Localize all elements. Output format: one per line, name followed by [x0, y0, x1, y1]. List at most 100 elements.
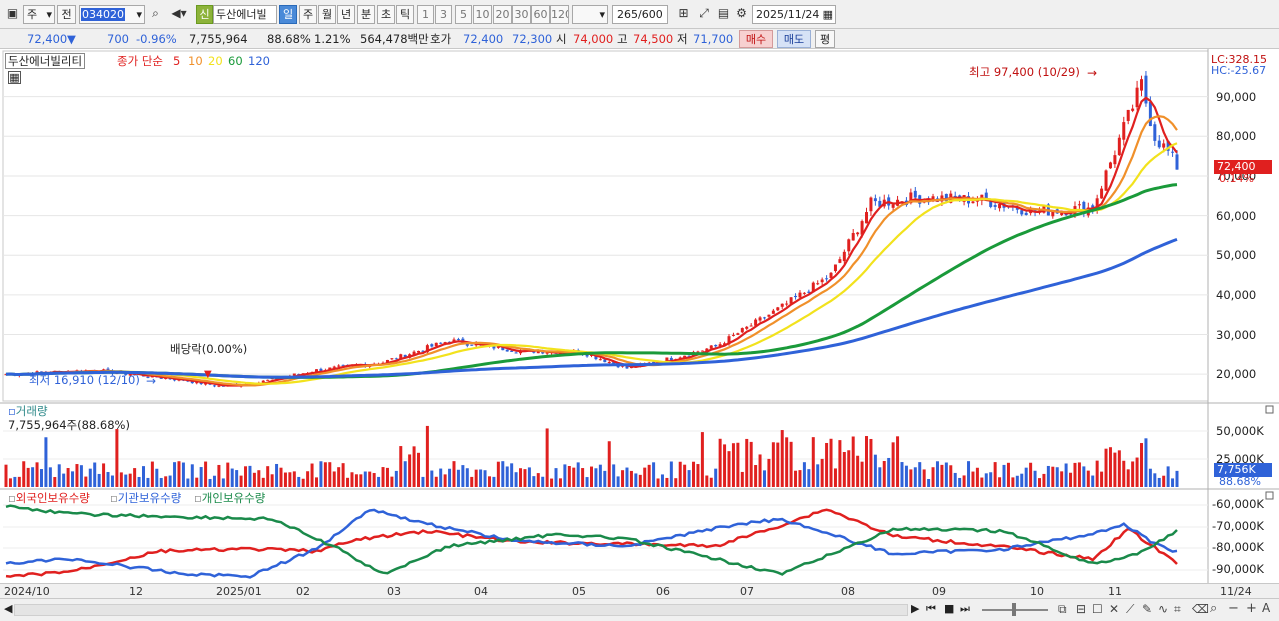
window-icon[interactable]: ▣ — [4, 5, 21, 24]
volume-bar — [1051, 466, 1055, 487]
sell-button[interactable]: 매도 — [777, 30, 811, 48]
layout-icon[interactable]: ⊟ — [1076, 602, 1086, 616]
collapse-icon[interactable] — [1265, 491, 1274, 500]
volume-bar — [780, 430, 784, 487]
interval-button-4[interactable]: 20 — [493, 5, 512, 24]
prev-button[interactable]: 전 — [57, 5, 76, 24]
zoom-search-icon[interactable]: ⌕ — [1210, 601, 1217, 616]
eval-button[interactable]: 평 — [815, 30, 835, 48]
volume-bar — [816, 464, 820, 487]
market-select[interactable]: 주 ▾ — [23, 5, 55, 24]
last-icon[interactable]: ⏭ — [960, 602, 970, 616]
zoom-icon[interactable]: ⤢ — [694, 5, 714, 24]
volume-bar — [204, 461, 208, 487]
cross-icon[interactable]: ✕ — [1109, 602, 1119, 616]
eraser-icon[interactable]: ⌫ — [1192, 602, 1209, 616]
volume-bar — [745, 438, 749, 487]
zoom-slider-handle[interactable] — [1012, 603, 1016, 616]
magnet-icon[interactable]: ⌗ — [1174, 602, 1181, 617]
box-icon[interactable]: ☐ — [1092, 602, 1103, 616]
volume-bar — [275, 463, 279, 487]
period-button-5[interactable]: 초 — [377, 5, 395, 24]
trendline-icon[interactable]: ⟋ — [1126, 602, 1134, 617]
volume-bar — [550, 478, 554, 487]
period-button-6[interactable]: 틱 — [396, 5, 414, 24]
volume-bar — [159, 477, 163, 487]
interval-button-3[interactable]: 10 — [473, 5, 492, 24]
holding-legend-2[interactable]: ▫개인보유수량 — [194, 491, 265, 505]
volume-bar — [328, 462, 332, 487]
font-size-icon[interactable]: A — [1262, 601, 1270, 615]
legend-marker-icon: ▫ — [110, 491, 118, 505]
candle-body — [780, 303, 784, 307]
chart-area[interactable]: → → ▼ 두산에너빌리티 종가 단순 5 10 20 60 120 ▦ 최고 97,400… — [0, 49, 1279, 583]
candle-body — [798, 292, 802, 298]
volume-bar — [616, 476, 620, 487]
interval-button-5[interactable]: 30 — [512, 5, 531, 24]
speaker-icon[interactable]: ◀▾ — [166, 5, 192, 24]
volume-bar — [519, 468, 523, 487]
interval-button-0[interactable]: 1 — [417, 5, 434, 24]
volume-bar — [1113, 452, 1117, 487]
chart-canvas[interactable]: → → ▼ — [0, 49, 1279, 583]
candle-body — [847, 239, 851, 252]
gear-icon[interactable]: ⚙ — [733, 5, 750, 24]
search-icon[interactable]: ⌕ — [147, 5, 164, 24]
period-button-0[interactable]: 일 — [279, 5, 297, 24]
volume-bar — [767, 458, 771, 487]
candle-body — [1171, 151, 1175, 153]
code-input[interactable]: 034020 ▾ — [79, 5, 145, 24]
period-button-1[interactable]: 주 — [299, 5, 317, 24]
period-button-2[interactable]: 월 — [318, 5, 336, 24]
volume-bar — [1073, 462, 1077, 487]
interval-button-2[interactable]: 5 — [455, 5, 472, 24]
chevron-down-icon: ▾ — [46, 8, 52, 21]
institution-holding-line — [5, 508, 1178, 579]
stop-icon[interactable]: ■ — [944, 602, 954, 615]
ma-legend-3[interactable]: 60 — [228, 54, 243, 68]
holding-legend-1[interactable]: ▫기관보유수량 — [110, 491, 181, 505]
volume-bar — [590, 466, 593, 487]
ma-legend-2[interactable]: 20 — [208, 54, 223, 68]
table-icon[interactable]: ▦ — [8, 71, 21, 84]
minus-icon[interactable]: − — [1228, 601, 1239, 616]
period-button-4[interactable]: 분 — [357, 5, 375, 24]
candle-body — [510, 350, 514, 352]
buy-button[interactable]: 매수 — [739, 30, 773, 48]
collapse-icon[interactable] — [1265, 405, 1274, 414]
save-icon[interactable]: ▤ — [715, 5, 732, 24]
volume-bar — [381, 467, 385, 487]
date-value: 2025/11/24 — [756, 8, 820, 21]
grid-icon[interactable]: ⊞ — [675, 5, 692, 24]
first-icon[interactable]: ⏮ — [926, 602, 936, 616]
ma-legend-4[interactable]: 120 — [248, 54, 270, 68]
ma-legend-0[interactable]: 5 — [173, 54, 180, 68]
count-field[interactable]: 265/600 — [612, 5, 668, 24]
calendar-icon: ▦ — [822, 8, 833, 21]
stock-name-tag[interactable]: 두산에너빌리티 — [5, 53, 86, 69]
holding-legend-0[interactable]: ▫외국인보유수량 — [8, 491, 90, 505]
volume-bar — [452, 461, 456, 487]
period-button-3[interactable]: 년 — [337, 5, 355, 24]
horizontal-scrollbar[interactable] — [14, 604, 908, 616]
interval-button-1[interactable]: 3 — [435, 5, 452, 24]
volume-bar — [106, 472, 110, 487]
scroll-left-icon[interactable]: ◀ — [4, 602, 12, 615]
volume-bar — [758, 454, 762, 487]
plus-icon[interactable]: + — [1246, 601, 1257, 616]
interval-dropdown[interactable]: ▾ — [572, 5, 608, 24]
stock-name-field[interactable]: 두산에너빌 — [213, 5, 277, 24]
copy-icon[interactable]: ⧉ — [1058, 602, 1067, 617]
wave-icon[interactable]: ∿ — [1158, 602, 1168, 616]
date-field[interactable]: 2025/11/24 ▦ — [752, 5, 836, 24]
volume-bar — [168, 475, 172, 487]
interval-button-7[interactable]: 120 — [550, 5, 569, 24]
pen-icon[interactable]: ✎ — [1142, 602, 1152, 616]
ma-legend-1[interactable]: 10 — [188, 54, 203, 68]
interval-button-6[interactable]: 60 — [531, 5, 550, 24]
x-tick: 07 — [740, 585, 754, 598]
volume-bar — [576, 462, 580, 487]
volume-bar — [683, 464, 687, 487]
volume-bar — [541, 476, 545, 487]
scroll-right-icon[interactable]: ▶ — [911, 602, 919, 615]
